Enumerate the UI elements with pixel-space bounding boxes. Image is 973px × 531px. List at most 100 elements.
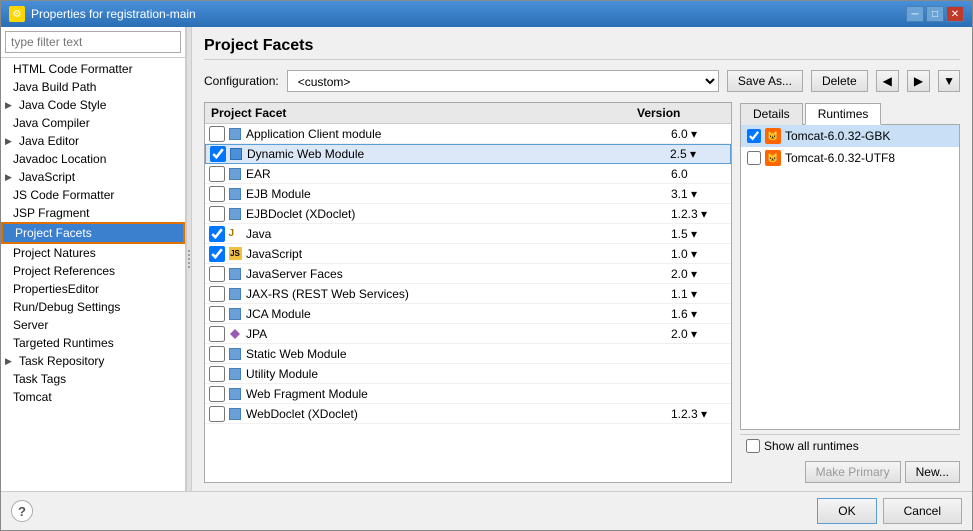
facet-checkbox-jpa[interactable] <box>209 326 225 342</box>
table-row: J Java 1.5 ▾ <box>205 224 731 244</box>
facet-icon-webdoclet <box>227 406 243 422</box>
runtime-checkbox-tomcat-utf8[interactable] <box>747 151 761 165</box>
help-button[interactable]: ? <box>11 500 33 522</box>
expand-icon: ▶ <box>5 172 15 183</box>
runtime-item-tomcat-utf8[interactable]: 🐱 Tomcat-6.0.32-UTF8 <box>741 147 959 169</box>
facet-checkbox-jsf[interactable] <box>209 266 225 282</box>
sidebar-item-server[interactable]: Server <box>1 316 185 334</box>
facet-checkbox-dynamic-web[interactable] <box>210 146 226 162</box>
panel-title: Project Facets <box>204 37 960 60</box>
show-all-checkbox[interactable] <box>746 439 760 453</box>
table-row: JAX-RS (REST Web Services) 1.1 ▾ <box>205 284 731 304</box>
window-title: Properties for registration-main <box>31 7 196 21</box>
sidebar-item-java-editor[interactable]: ▶ Java Editor <box>1 132 185 150</box>
close-button[interactable]: ✕ <box>946 6 964 22</box>
table-row: Utility Module <box>205 364 731 384</box>
facet-checkbox-ejb[interactable] <box>209 186 225 202</box>
make-primary-button[interactable]: Make Primary <box>805 461 901 483</box>
table-row: JS JavaScript 1.0 ▾ <box>205 244 731 264</box>
sidebar-item-js-code-formatter[interactable]: JS Code Formatter <box>1 186 185 204</box>
sidebar-item-javadoc-location[interactable]: Javadoc Location <box>1 150 185 168</box>
back-button[interactable]: ◀ <box>876 70 899 92</box>
table-row: Application Client module 6.0 ▾ <box>205 124 731 144</box>
facet-checkbox-ejbdoclet[interactable] <box>209 206 225 222</box>
table-row: JCA Module 1.6 ▾ <box>205 304 731 324</box>
expand-icon: ▶ <box>5 356 15 367</box>
facet-checkbox-utility[interactable] <box>209 366 225 382</box>
facet-checkbox-java[interactable] <box>209 226 225 242</box>
sidebar-item-project-references[interactable]: Project References <box>1 262 185 280</box>
show-all-runtimes-row: Show all runtimes <box>740 434 960 457</box>
sidebar-item-task-tags[interactable]: Task Tags <box>1 370 185 388</box>
facet-icon-jsf <box>227 266 243 282</box>
facet-checkbox-jca[interactable] <box>209 306 225 322</box>
tabs-container: Details Runtimes <box>740 102 960 125</box>
ok-button[interactable]: OK <box>817 498 876 524</box>
facet-checkbox-static-web[interactable] <box>209 346 225 362</box>
facet-checkbox-jaxrs[interactable] <box>209 286 225 302</box>
facet-icon-jaxrs <box>227 286 243 302</box>
facet-icon-ejb <box>227 186 243 202</box>
sidebar-item-html-code-formatter[interactable]: HTML Code Formatter <box>1 60 185 78</box>
title-bar: ⚙ Properties for registration-main ─ □ ✕ <box>1 1 972 27</box>
dialog-body: HTML Code Formatter Java Build Path ▶ Ja… <box>1 27 972 491</box>
sidebar-item-project-natures[interactable]: Project Natures <box>1 244 185 262</box>
facet-icon-ear <box>227 166 243 182</box>
down-button[interactable]: ▼ <box>938 70 960 92</box>
minimize-button[interactable]: ─ <box>906 6 924 22</box>
facet-icon-ejbdoclet <box>227 206 243 222</box>
forward-button[interactable]: ▶ <box>907 70 930 92</box>
table-row: JPA 2.0 ▾ <box>205 324 731 344</box>
title-bar-buttons: ─ □ ✕ <box>906 6 964 22</box>
facet-checkbox-app-client[interactable] <box>209 126 225 142</box>
col-header-version: Version <box>631 106 731 120</box>
maximize-button[interactable]: □ <box>926 6 944 22</box>
facet-icon-jpa <box>227 326 243 342</box>
sidebar-item-java-compiler[interactable]: Java Compiler <box>1 114 185 132</box>
facet-checkbox-webdoclet[interactable] <box>209 406 225 422</box>
table-row: EJB Module 3.1 ▾ <box>205 184 731 204</box>
facet-icon-java: J <box>227 226 243 242</box>
table-body: Application Client module 6.0 ▾ Dynamic … <box>205 124 731 482</box>
new-runtime-button[interactable]: New... <box>905 461 960 483</box>
tab-runtimes[interactable]: Runtimes <box>805 103 882 125</box>
table-row: Static Web Module <box>205 344 731 364</box>
left-panel: HTML Code Formatter Java Build Path ▶ Ja… <box>1 27 186 491</box>
right-panel: Project Facets Configuration: <custom> S… <box>192 27 972 491</box>
cancel-button[interactable]: Cancel <box>883 498 962 524</box>
tomcat-icon-utf8: 🐱 <box>765 150 781 166</box>
sidebar-item-targeted-runtimes[interactable]: Targeted Runtimes <box>1 334 185 352</box>
sidebar-item-task-repository[interactable]: ▶ Task Repository <box>1 352 185 370</box>
sidebar-item-run-debug-settings[interactable]: Run/Debug Settings <box>1 298 185 316</box>
dialog-footer: ? OK Cancel <box>1 491 972 530</box>
sidebar-item-tomcat[interactable]: Tomcat <box>1 388 185 406</box>
footer-left: ? <box>11 500 33 522</box>
runtime-item-tomcat-gbk[interactable]: 🐱 Tomcat-6.0.32-GBK <box>741 125 959 147</box>
tab-details[interactable]: Details <box>740 103 803 125</box>
sidebar-item-java-code-style[interactable]: ▶ Java Code Style <box>1 96 185 114</box>
runtimes-tab-content: 🐱 Tomcat-6.0.32-GBK 🐱 Tomcat-6.0.32-UTF8 <box>740 125 960 430</box>
sidebar-item-java-build-path[interactable]: Java Build Path <box>1 78 185 96</box>
facet-icon-jca <box>227 306 243 322</box>
table-row: WebDoclet (XDoclet) 1.2.3 ▾ <box>205 404 731 424</box>
expand-icon: ▶ <box>5 100 15 111</box>
save-as-button[interactable]: Save As... <box>727 70 803 92</box>
table-row: Web Fragment Module <box>205 384 731 404</box>
facet-checkbox-ear[interactable] <box>209 166 225 182</box>
facet-icon-static-web <box>227 346 243 362</box>
sidebar-item-jsp-fragment[interactable]: JSP Fragment <box>1 204 185 222</box>
sidebar-item-project-facets[interactable]: Project Facets <box>1 222 185 244</box>
config-select[interactable]: <custom> <box>287 70 719 92</box>
facet-icon-utility <box>227 366 243 382</box>
sidebar-item-properties-editor[interactable]: PropertiesEditor <box>1 280 185 298</box>
footer-right: OK Cancel <box>817 498 962 524</box>
delete-button[interactable]: Delete <box>811 70 868 92</box>
runtime-checkbox-tomcat-gbk[interactable] <box>747 129 761 143</box>
dialog-icon: ⚙ <box>9 6 25 22</box>
facet-checkbox-web-fragment[interactable] <box>209 386 225 402</box>
right-side: Details Runtimes 🐱 Tomcat-6.0.32-GBK <box>740 102 960 483</box>
facet-checkbox-javascript-facet[interactable] <box>209 246 225 262</box>
filter-input[interactable] <box>5 31 181 53</box>
sidebar-item-javascript[interactable]: ▶ JavaScript <box>1 168 185 186</box>
show-all-label: Show all runtimes <box>764 439 859 453</box>
